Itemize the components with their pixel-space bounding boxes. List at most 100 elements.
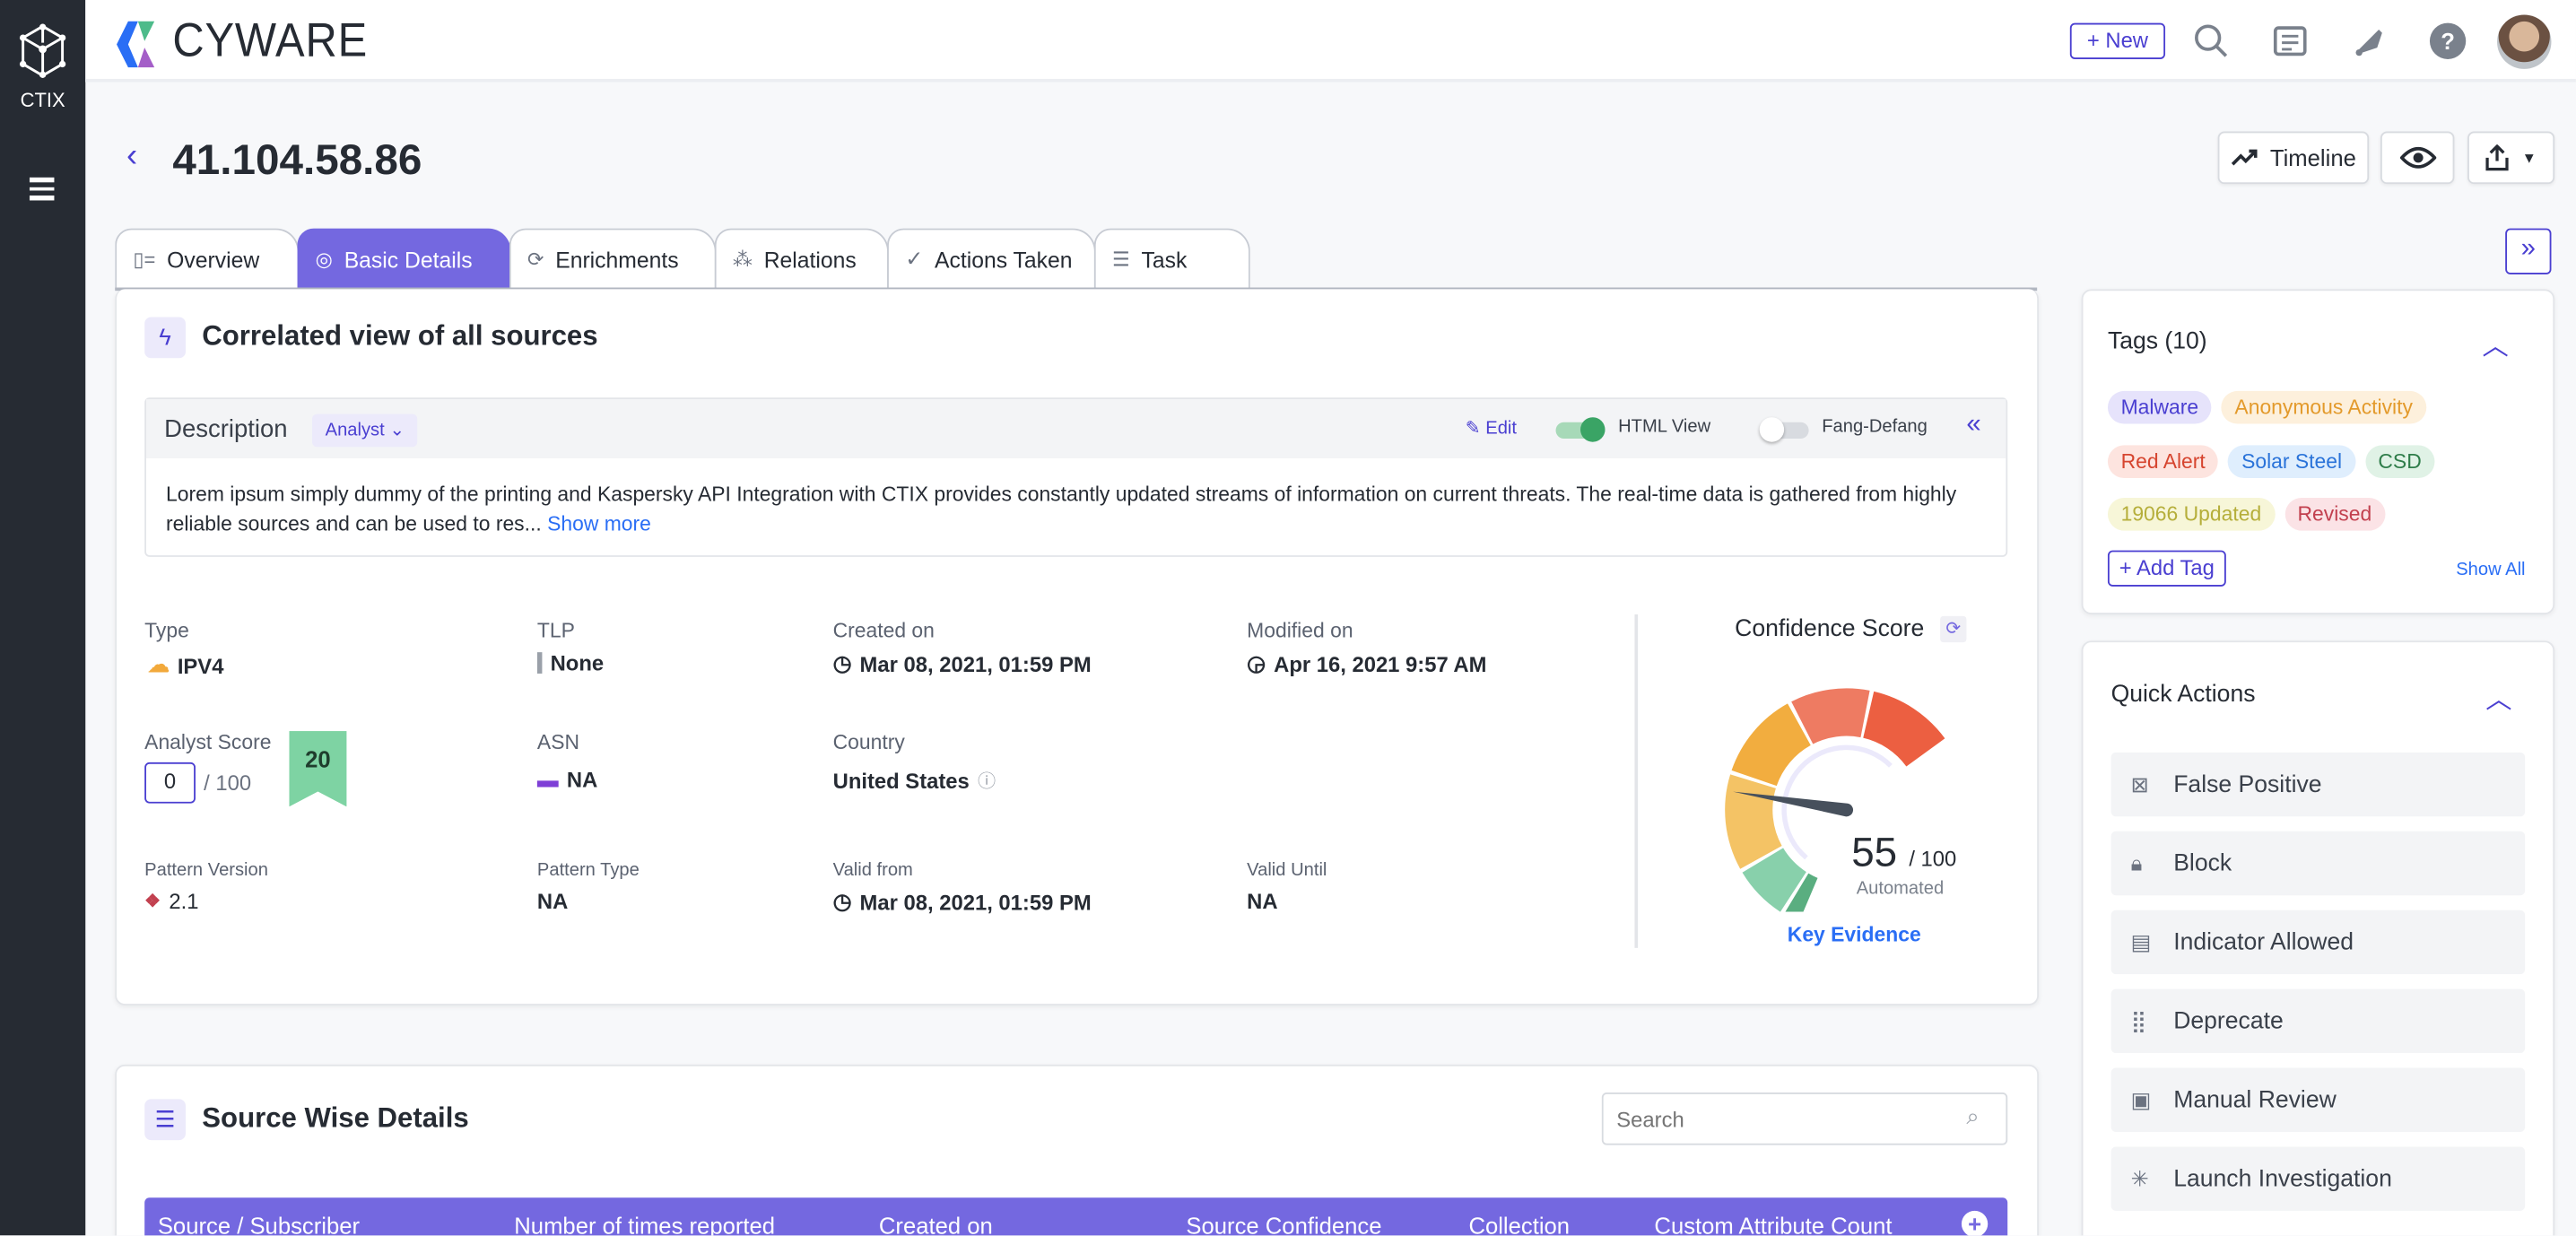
column-header[interactable]: Number of times reported	[514, 1213, 775, 1236]
back-chevron-icon[interactable]: ‹	[126, 138, 137, 176]
task-list-icon: ☰	[1111, 248, 1130, 272]
expand-panel-button[interactable]: »	[2505, 228, 2552, 274]
tab-enrichments[interactable]: ⟳ Enrichments	[509, 228, 717, 290]
new-button[interactable]: + New	[2069, 22, 2166, 59]
add-tag-button[interactable]: + Add Tag	[2107, 550, 2226, 587]
tab-task[interactable]: ☰ Task	[1093, 228, 1250, 290]
refresh-icon[interactable]: ⟳	[1940, 615, 1967, 643]
asn-label: ASN	[536, 731, 580, 754]
notification-bell-icon[interactable]	[2349, 22, 2389, 61]
confidence-mode: Automated	[1856, 878, 1945, 899]
tag-chip[interactable]: Revised	[2284, 497, 2385, 531]
created-label: Created on	[832, 619, 935, 643]
watch-button[interactable]	[2380, 131, 2455, 185]
stix-icon: ❖	[144, 892, 161, 912]
clock-icon: ◷	[832, 888, 852, 914]
false-positive-icon: ⊠	[2130, 770, 2149, 796]
tlp-label: TLP	[536, 619, 575, 643]
app-label: CTIX	[20, 88, 65, 112]
info-icon[interactable]: ⓘ	[978, 767, 996, 793]
fang-defang-toggle[interactable]	[1759, 417, 1809, 442]
country-value: United States	[832, 768, 970, 793]
relations-icon: ⁂	[732, 248, 753, 272]
fingerprint-icon: ◎	[315, 248, 333, 272]
quick-action-false-positive[interactable]: ⊠ False Positive	[2110, 752, 2526, 817]
monitor-icon: ▬	[536, 767, 559, 792]
chevron-up-icon[interactable]: ︿	[2485, 677, 2511, 717]
lightning-icon: ϟ	[144, 317, 186, 359]
country-label: Country	[832, 731, 905, 754]
collapse-icon[interactable]: «	[1966, 411, 1980, 440]
tab-actions-taken[interactable]: ✓ Actions Taken	[887, 228, 1096, 290]
tab-relations[interactable]: ⁂ Relations	[714, 228, 889, 290]
notes-icon[interactable]	[2270, 22, 2310, 61]
share-icon	[2485, 144, 2509, 171]
edit-button[interactable]: ✎ Edit	[1466, 417, 1517, 439]
quick-action-block[interactable]: 🔒︎ Block	[2110, 831, 2526, 896]
tag-chip[interactable]: CSD	[2364, 444, 2435, 478]
fang-defang-label: Fang-Defang	[1822, 417, 1928, 438]
show-all-link[interactable]: Show All	[2456, 561, 2525, 580]
allowlist-icon: ▤	[2130, 928, 2152, 954]
toggle-knob	[1580, 417, 1606, 442]
edit-label: Edit	[1485, 419, 1518, 440]
column-header[interactable]: Source / Subscriber	[158, 1213, 360, 1236]
sidebar: CTIX	[0, 0, 86, 1236]
quick-action-manual-review[interactable]: ▣ Manual Review	[2110, 1067, 2526, 1132]
type-value: ☁ IPV4	[148, 652, 224, 678]
quick-action-label: Deprecate	[2173, 1007, 2284, 1034]
quick-action-label: Launch Investigation	[2173, 1165, 2392, 1192]
valid-from-value: Mar 08, 2021, 01:59 PM	[859, 889, 1092, 915]
tab-label: Actions Taken	[935, 247, 1073, 273]
add-column-icon[interactable]: +	[1961, 1210, 1989, 1236]
tag-chip[interactable]: 19066 Updated	[2107, 497, 2275, 531]
tab-overview[interactable]: ▯= Overview	[115, 228, 300, 290]
review-icon: ▣	[2130, 1086, 2152, 1112]
tab-basic-details[interactable]: ◎ Basic Details	[297, 228, 511, 290]
tag-chip[interactable]: Red Alert	[2107, 444, 2219, 478]
tab-label: Basic Details	[344, 247, 473, 273]
cloud-ip-icon: ☁	[147, 652, 170, 677]
pattern-type-value: NA	[536, 888, 569, 914]
tlp-text: None	[550, 650, 605, 675]
tab-label: Relations	[763, 247, 857, 273]
analyst-score-input[interactable]: 0	[144, 762, 196, 804]
pattern-version-value: 2.1	[169, 888, 199, 914]
tag-chip[interactable]: Anonymous Activity	[2221, 390, 2426, 424]
key-evidence-link[interactable]: Key Evidence	[1788, 923, 1921, 946]
analyst-score-max: / 100	[204, 770, 252, 796]
column-header[interactable]: Created on	[879, 1213, 993, 1236]
quick-action-indicator-allowed[interactable]: ▤ Indicator Allowed	[2110, 910, 2526, 975]
confidence-score: 55	[1851, 829, 1898, 876]
source-search-input[interactable]	[1601, 1092, 2008, 1145]
svg-text:?: ?	[2441, 30, 2455, 55]
timeline-label: Timeline	[2269, 144, 2356, 171]
clock-icon: ◷	[832, 650, 852, 675]
tag-chip[interactable]: Malware	[2107, 390, 2212, 424]
chevron-down-icon: ⌄	[389, 420, 405, 440]
enrichment-icon: ⟳	[527, 248, 544, 272]
quick-action-deprecate[interactable]: ⣿ Deprecate	[2110, 988, 2526, 1054]
created-value: Mar 08, 2021, 01:59 PM	[859, 651, 1092, 676]
show-more-link[interactable]: Show more	[547, 512, 651, 535]
chevron-up-icon[interactable]: ︿	[2483, 324, 2509, 363]
quick-action-label: False Positive	[2173, 770, 2322, 798]
valid-from-label: Valid from	[832, 860, 913, 881]
column-header[interactable]: Collection	[1468, 1213, 1570, 1236]
caret-down-icon: ▼	[2521, 149, 2537, 166]
source-dropdown[interactable]: Analyst ⌄	[312, 413, 418, 448]
share-button[interactable]: ▼	[2467, 131, 2555, 185]
analyst-score-label: Analyst Score	[144, 731, 272, 754]
pattern-version-label: Pattern Version	[144, 860, 268, 881]
column-header[interactable]: Custom Attribute Count	[1654, 1213, 1892, 1236]
user-avatar[interactable]	[2497, 14, 2552, 69]
tag-chip[interactable]: Solar Steel	[2228, 444, 2355, 478]
column-header[interactable]: Source Confidence	[1186, 1213, 1381, 1236]
menu-icon[interactable]	[29, 177, 55, 200]
quick-action-launch-investigation[interactable]: ✳ Launch Investigation	[2110, 1146, 2526, 1211]
help-icon[interactable]: ?	[2428, 22, 2467, 61]
search-icon[interactable]	[2191, 22, 2231, 61]
html-view-toggle[interactable]	[1555, 417, 1606, 442]
toggle-knob	[1759, 417, 1785, 442]
timeline-button[interactable]: Timeline	[2217, 131, 2370, 185]
